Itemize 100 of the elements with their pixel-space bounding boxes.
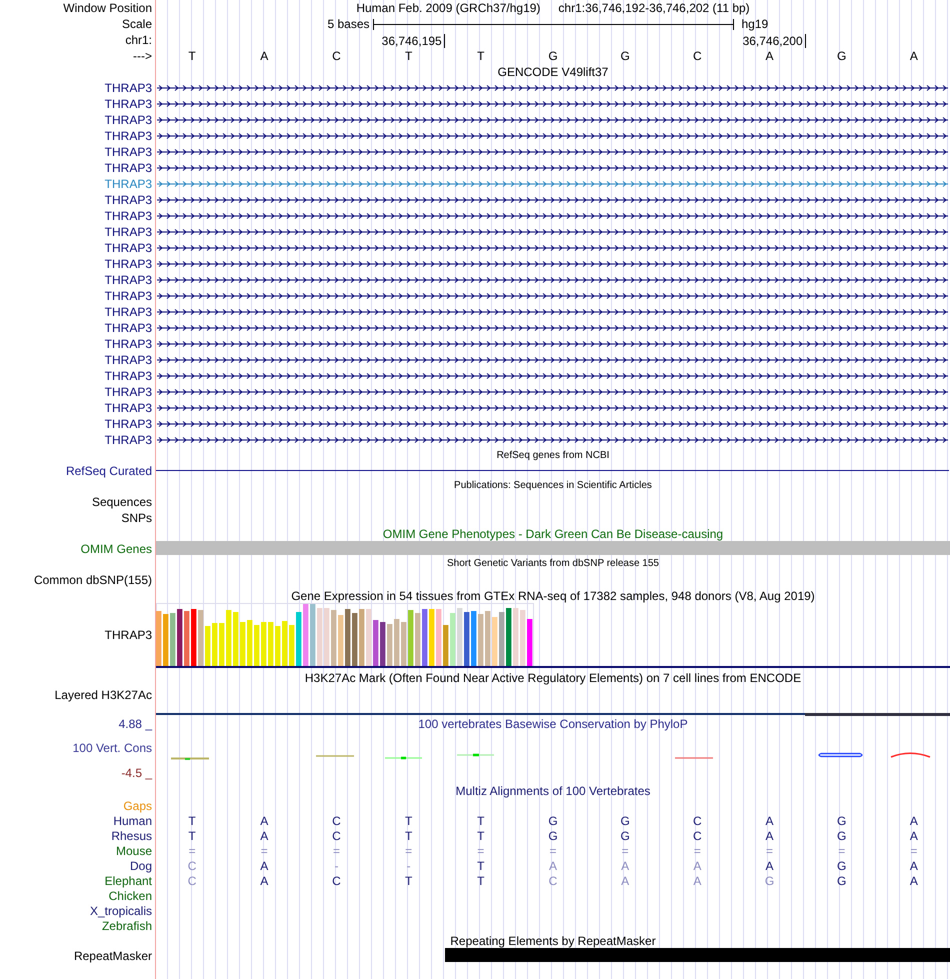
base-letter: = xyxy=(910,844,918,858)
expression-bar xyxy=(450,613,456,666)
base-letter: T xyxy=(404,828,412,842)
base-letter: C xyxy=(548,874,558,888)
track-label: OMIM Genes xyxy=(80,542,152,556)
axis-label: -4.5 _ xyxy=(121,766,152,780)
track-label: THRAP3 xyxy=(104,628,152,642)
expression-bar xyxy=(219,623,224,666)
track-title: Repeating Elements by RepeatMasker xyxy=(450,934,656,948)
expression-bar xyxy=(282,621,288,666)
expression-bar xyxy=(268,622,274,666)
gene-label: THRAP3 xyxy=(104,401,152,415)
expression-bar xyxy=(436,609,442,666)
base-letter: T xyxy=(404,814,412,828)
expression-bar xyxy=(443,625,448,666)
gene-label: THRAP3 xyxy=(104,337,152,351)
track-label: RepeatMasker xyxy=(74,948,152,962)
gene-label: THRAP3 xyxy=(104,193,152,207)
expression-bar xyxy=(233,612,238,666)
base-letter: A xyxy=(260,858,268,872)
base-letter: A xyxy=(260,828,268,842)
track-label: RefSeq Curated xyxy=(66,464,152,478)
base-letter: A xyxy=(910,814,918,828)
expression-bar xyxy=(506,608,512,666)
axis-label: 4.88 _ xyxy=(118,717,152,731)
expression-bar xyxy=(303,604,308,666)
base-letter: C xyxy=(693,828,702,842)
expression-bar xyxy=(205,626,210,666)
base-letter: G xyxy=(548,49,558,63)
gene-label: THRAP3 xyxy=(104,161,152,175)
expression-bar xyxy=(471,611,476,666)
gene-label: THRAP3 xyxy=(104,241,152,255)
expression-bar xyxy=(429,609,434,666)
expression-bar xyxy=(191,609,196,666)
base-letter: C xyxy=(332,874,341,888)
base-letter: T xyxy=(188,814,196,828)
expression-bar xyxy=(254,625,260,666)
expression-bar xyxy=(226,610,232,666)
base-letter: = xyxy=(188,844,196,858)
gene-label: THRAP3 xyxy=(104,385,152,399)
species-label: Chicken xyxy=(108,888,152,902)
expression-bar xyxy=(408,610,414,666)
gene-label: THRAP3 xyxy=(104,145,152,159)
base-letter: G xyxy=(620,814,630,828)
base-letter: A xyxy=(910,49,918,63)
base-letter: T xyxy=(477,814,484,828)
expression-bar xyxy=(324,608,330,666)
base-letter: - xyxy=(334,858,338,872)
base-letter: T xyxy=(477,49,484,63)
gene-label: THRAP3 xyxy=(104,289,152,303)
base-letter: G xyxy=(764,874,774,888)
expression-bar xyxy=(170,613,176,666)
expression-bar xyxy=(366,609,372,666)
base-letter: G xyxy=(837,828,846,842)
expression-bar xyxy=(156,611,162,666)
base-letter: G xyxy=(837,49,846,63)
base-letter: T xyxy=(477,858,484,872)
expression-bar xyxy=(198,610,204,666)
base-letter: A xyxy=(548,858,557,872)
coordinate-label: 36,746,200 xyxy=(742,34,806,48)
base-letter: = xyxy=(405,844,412,858)
base-letter: A xyxy=(621,858,630,872)
base-letter: A xyxy=(693,858,702,872)
expression-bar xyxy=(422,609,428,666)
track-title: 100 vertebrates Basewise Conservation by PhyloP xyxy=(418,717,688,731)
expression-bar xyxy=(296,612,302,666)
gene-label: THRAP3 xyxy=(104,97,152,111)
track-label: Scale xyxy=(122,17,152,31)
expression-bar xyxy=(163,614,168,666)
base-letter: C xyxy=(332,814,341,828)
base-letter: - xyxy=(406,858,411,872)
base-letter: A xyxy=(621,874,630,888)
base-letter: = xyxy=(694,844,701,858)
expression-bar xyxy=(464,612,470,666)
expression-bar xyxy=(184,611,190,666)
expression-bar xyxy=(415,613,420,666)
track-label: Sequences xyxy=(92,495,152,509)
gene-label: THRAP3 xyxy=(104,353,152,367)
species-label: Rhesus xyxy=(111,828,152,842)
base-letter: C xyxy=(693,814,702,828)
base-letter: A xyxy=(910,858,918,872)
track-title: Publications: Sequences in Scientific Articles xyxy=(454,480,652,492)
base-letter: T xyxy=(477,828,484,842)
expression-bar xyxy=(492,617,498,666)
expression-bar xyxy=(520,610,526,666)
track-title: Short Genetic Variants from dbSNP release 155 xyxy=(447,558,659,570)
species-label: Mouse xyxy=(116,844,152,858)
track-title: OMIM Gene Phenotypes - Dark Green Can Be Disease-causing xyxy=(382,526,724,540)
expression-bar xyxy=(247,620,252,666)
track-label: SNPs xyxy=(121,511,152,525)
track-label: ---> xyxy=(133,49,152,63)
base-letter: A xyxy=(910,874,918,888)
base-letter: G xyxy=(620,828,630,842)
gene-label: THRAP3 xyxy=(104,81,152,95)
position-text: chr1:36,746,192-36,746,202 (11 bp) xyxy=(558,1,750,15)
species-label: X_tropicalis xyxy=(90,904,152,918)
expression-bar xyxy=(380,622,386,666)
expression-bar xyxy=(499,612,504,666)
track-label: chr1: xyxy=(125,33,152,47)
gene-label: THRAP3 xyxy=(104,257,152,271)
